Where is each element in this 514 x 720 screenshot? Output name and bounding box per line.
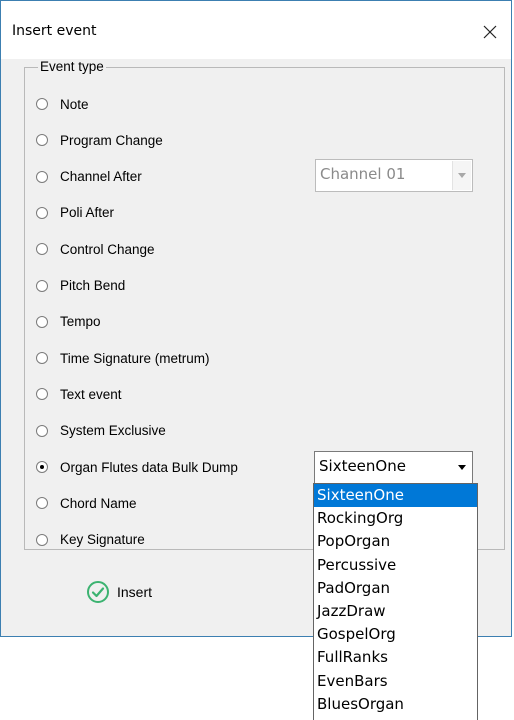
organ-preset-combo[interactable]: SixteenOne xyxy=(314,451,473,484)
insert-button[interactable]: Insert xyxy=(86,577,206,607)
title-bar[interactable]: Insert event xyxy=(1,1,511,59)
event-type-option[interactable]: Channel After xyxy=(36,167,142,187)
event-type-option[interactable]: Control Change xyxy=(36,239,155,259)
chevron-down-icon xyxy=(458,173,466,178)
radio-button[interactable] xyxy=(36,98,48,110)
event-type-option[interactable]: Pitch Bend xyxy=(36,276,125,296)
radio-button[interactable] xyxy=(36,424,48,437)
close-icon xyxy=(483,25,497,39)
organ-preset-dropdown-list[interactable]: SixteenOne RockingOrg PopOrgan Percussive Pa… xyxy=(313,483,478,720)
event-type-option[interactable]: Poli After xyxy=(36,203,114,223)
event-type-option-label: Control Change xyxy=(60,241,155,257)
window-title: Insert event xyxy=(12,23,97,39)
dropdown-option[interactable]: PadOrgan xyxy=(314,577,477,600)
dropdown-option[interactable]: Percussive xyxy=(314,554,477,577)
event-type-option[interactable]: Text event xyxy=(36,384,122,404)
organ-preset-combo-value: SixteenOne xyxy=(319,457,406,475)
event-type-option[interactable]: Key Signature xyxy=(36,530,145,550)
event-type-option[interactable]: Tempo xyxy=(36,312,101,332)
close-button[interactable] xyxy=(475,17,505,47)
event-type-option-label: System Exclusive xyxy=(60,423,166,439)
radio-button[interactable] xyxy=(36,315,48,328)
dropdown-option[interactable]: BluesOrgan xyxy=(314,693,477,716)
event-type-option[interactable]: Chord Name xyxy=(36,493,137,513)
dropdown-option[interactable]: PopOrgan xyxy=(314,530,477,553)
radio-button[interactable] xyxy=(36,243,48,256)
event-type-option-label: Poli After xyxy=(60,205,115,221)
radio-button[interactable] xyxy=(36,388,48,401)
event-type-option-label: Organ Flutes data Bulk Dump xyxy=(60,459,238,475)
radio-button[interactable] xyxy=(36,170,48,183)
event-type-option[interactable]: Organ Flutes data Bulk Dump xyxy=(36,457,238,477)
radio-button[interactable] xyxy=(36,352,48,365)
radio-button[interactable] xyxy=(36,461,48,473)
channel-combo: Channel 01 xyxy=(315,159,473,192)
event-type-option-label: Program Change xyxy=(60,132,163,148)
event-type-option-label: Channel After xyxy=(60,169,142,185)
event-type-option-label: Time Signature (metrum) xyxy=(60,350,210,366)
dropdown-option[interactable]: FullRanks xyxy=(314,646,477,669)
channel-combo-value: Channel 01 xyxy=(320,165,406,183)
dropdown-option[interactable]: RockingOrg xyxy=(314,507,477,530)
channel-combo-dropdown-button xyxy=(452,161,471,190)
check-circle-icon xyxy=(87,581,109,603)
event-type-option-label: Pitch Bend xyxy=(60,278,126,293)
event-type-option[interactable]: Note xyxy=(36,94,89,114)
event-type-option[interactable]: System Exclusive xyxy=(36,421,166,441)
event-type-option-label: Tempo xyxy=(60,314,101,330)
event-type-option-label: Note xyxy=(60,96,89,112)
event-type-legend: Event type xyxy=(38,59,106,74)
event-type-option-label: Key Signature xyxy=(60,532,145,548)
dropdown-option[interactable]: SixteenOne xyxy=(314,484,477,507)
radio-button[interactable] xyxy=(36,279,48,292)
radio-button[interactable] xyxy=(36,533,48,546)
event-type-option-label: Chord Name xyxy=(60,495,137,511)
radio-button[interactable] xyxy=(36,206,48,219)
event-type-option[interactable]: Program Change xyxy=(36,130,163,150)
event-type-option-label: Text event xyxy=(60,386,122,402)
radio-button[interactable] xyxy=(36,497,48,510)
dropdown-option[interactable]: GospelOrg xyxy=(314,623,477,646)
chevron-down-icon xyxy=(458,465,466,470)
dropdown-option[interactable]: JazzDraw xyxy=(314,600,477,623)
radio-button[interactable] xyxy=(36,134,48,147)
event-type-option[interactable]: Time Signature (metrum) xyxy=(36,348,210,368)
insert-button-label: Insert xyxy=(117,584,153,600)
dropdown-option[interactable]: EvenBars xyxy=(314,670,477,693)
organ-preset-combo-dropdown-button[interactable] xyxy=(453,453,471,482)
